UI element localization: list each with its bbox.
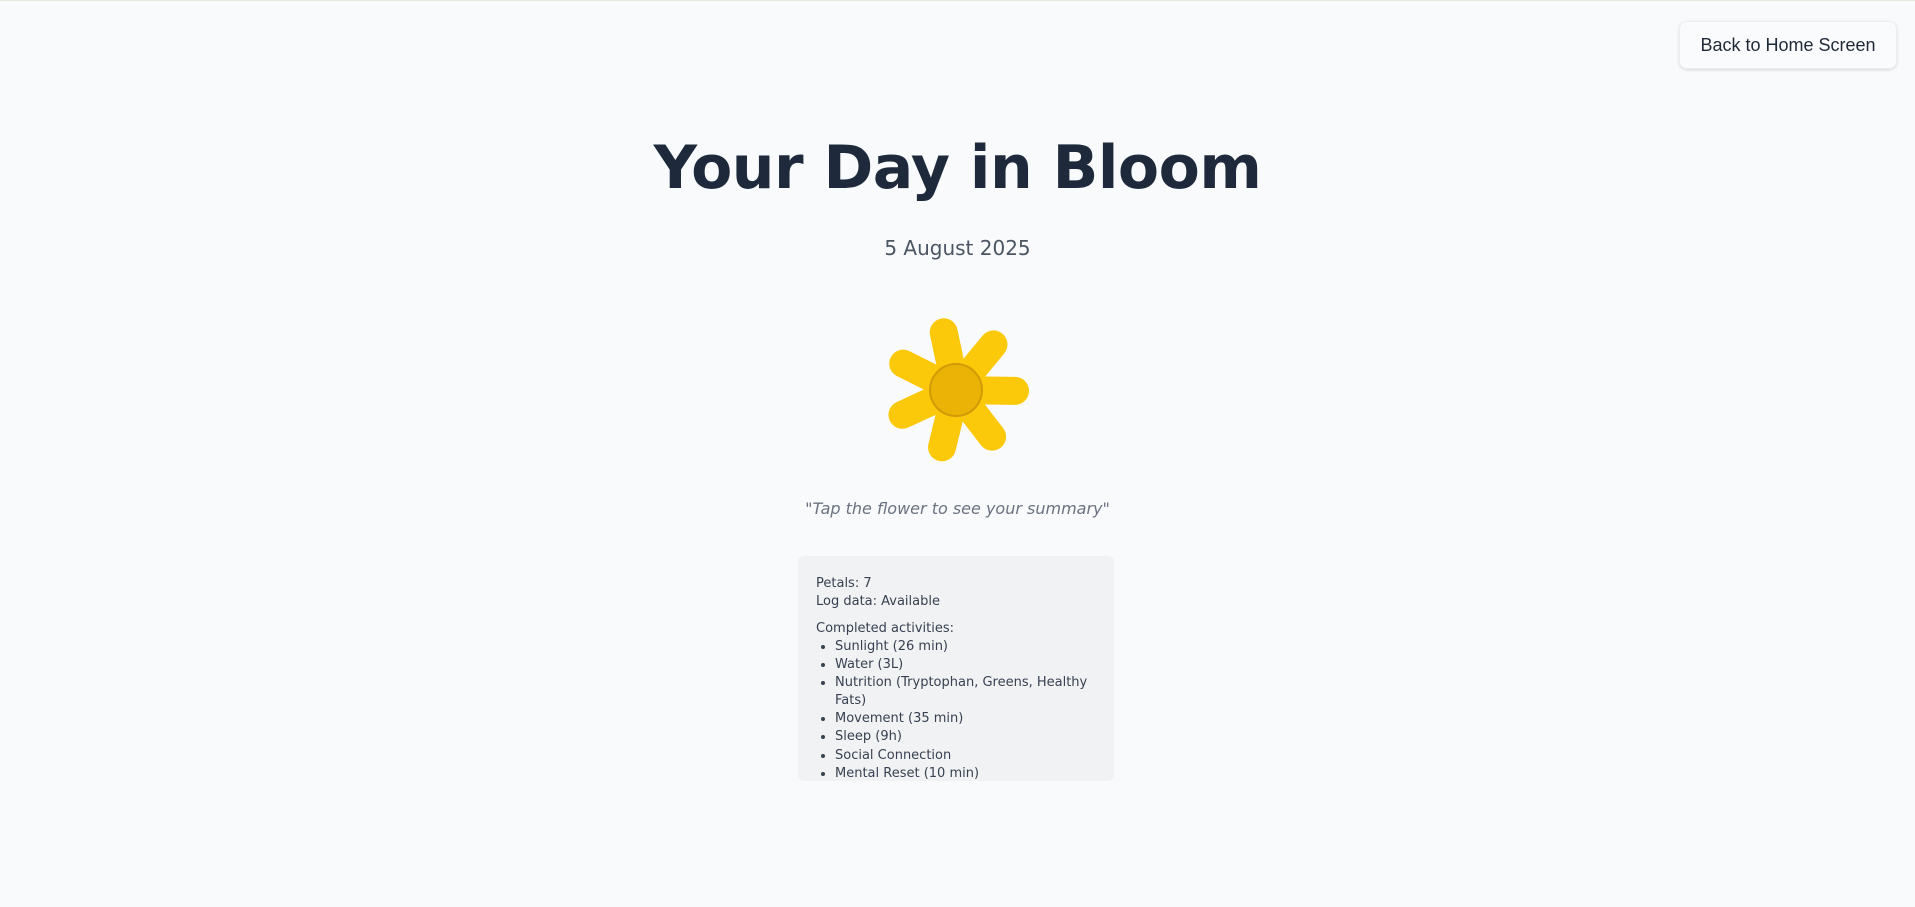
activity-item: Social Connection [835,747,1096,765]
top-divider [0,0,1915,1]
petals-count: Petals: 7 [816,576,872,591]
activity-item: Sunlight (26 min) [835,638,1096,656]
flower-center [929,363,983,417]
flower-button[interactable] [876,310,1036,470]
activity-item: Sleep (9h) [835,728,1096,746]
tap-hint: "Tap the flower to see your summary" [805,499,1110,518]
log-data-status: Log data: Available [816,594,940,609]
flower-icon [888,318,1029,462]
date-label: 5 August 2025 [884,236,1031,260]
activity-item: Water (3L) [835,656,1096,674]
back-to-home-button[interactable]: Back to Home Screen [1679,21,1897,69]
activities-title: Completed activities: [816,621,955,636]
summary-panel: Petals: 7 Log data: Available Completed … [798,556,1114,781]
activity-item: Mental Reset (10 min) [835,765,1096,783]
page-title: Your Day in Bloom [653,133,1262,203]
activities-list: Sunlight (26 min) Water (3L) Nutrition (… [816,638,1096,783]
activity-item: Movement (35 min) [835,710,1096,728]
activity-item: Nutrition (Tryptophan, Greens, Healthy F… [835,674,1096,710]
